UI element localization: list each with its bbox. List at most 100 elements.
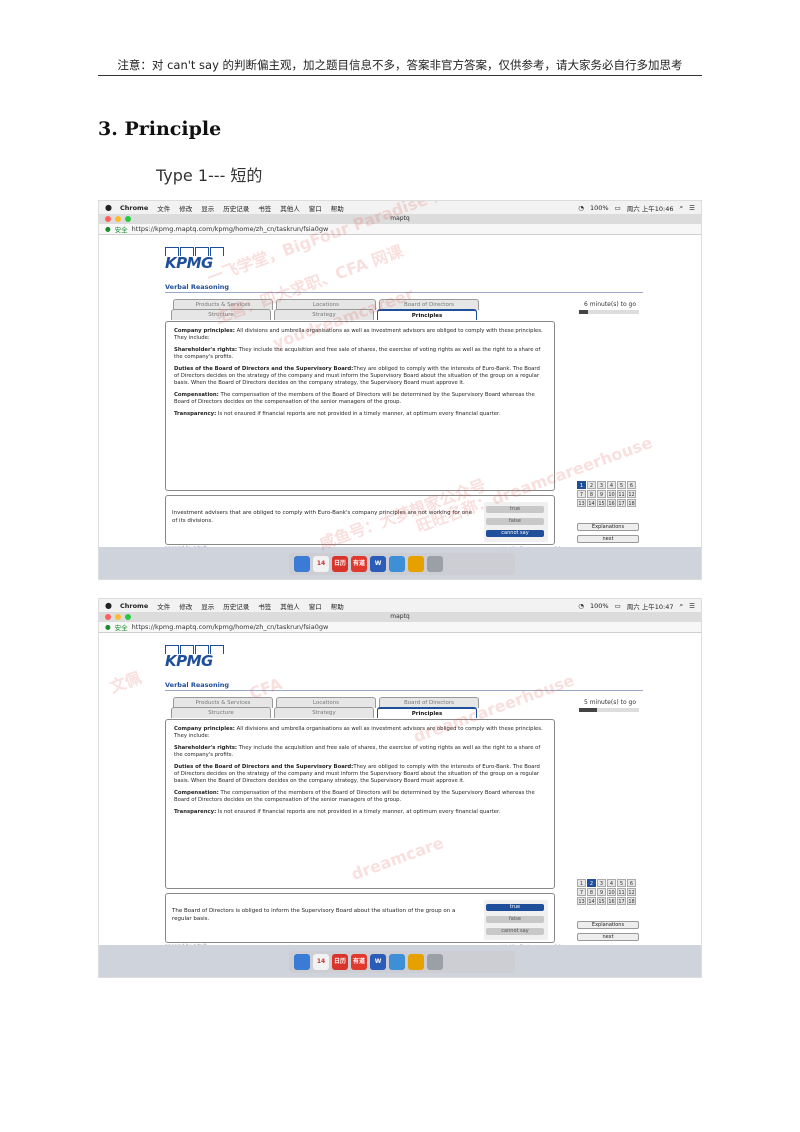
question-number-13[interactable]: 13 bbox=[577, 897, 586, 905]
question-number-9[interactable]: 9 bbox=[597, 490, 606, 498]
dock-app-icon[interactable] bbox=[408, 556, 424, 572]
wifi-icon[interactable]: ◔ bbox=[578, 204, 584, 212]
answer-false[interactable]: false bbox=[486, 916, 544, 923]
answer-cannot-say[interactable]: cannot say bbox=[486, 530, 544, 537]
menu-item[interactable]: 窗口 bbox=[309, 601, 322, 611]
question-number-18[interactable]: 18 bbox=[627, 499, 636, 507]
tab-structure[interactable]: Structure bbox=[171, 707, 271, 718]
explanations-button[interactable]: Explanations bbox=[577, 523, 639, 531]
menu-item[interactable]: 显示 bbox=[201, 203, 214, 213]
question-number-4[interactable]: 4 bbox=[607, 879, 616, 887]
question-number-15[interactable]: 15 bbox=[597, 897, 606, 905]
address-bar[interactable]: ● 安全 https://kpmg.maptq.com/kpmg/home/zh_c… bbox=[99, 622, 701, 633]
dock-app-icon[interactable]: 有道 bbox=[351, 556, 367, 572]
question-number-3[interactable]: 3 bbox=[597, 879, 606, 887]
question-number-12[interactable]: 12 bbox=[627, 888, 636, 896]
question-number-14[interactable]: 14 bbox=[587, 499, 596, 507]
wifi-icon[interactable]: ◔ bbox=[578, 602, 584, 610]
apple-icon[interactable]: ● bbox=[105, 601, 112, 610]
tab-strategy[interactable]: Strategy bbox=[274, 309, 374, 320]
dock-app-icon[interactable]: W bbox=[370, 556, 386, 572]
question-number-11[interactable]: 11 bbox=[617, 490, 626, 498]
tab-principles[interactable]: Principles bbox=[377, 707, 477, 718]
question-number-7[interactable]: 7 bbox=[577, 490, 586, 498]
question-number-8[interactable]: 8 bbox=[587, 490, 596, 498]
dock-app-icon[interactable] bbox=[427, 954, 443, 970]
menu-item[interactable]: 书签 bbox=[258, 203, 271, 213]
answer-true[interactable]: true bbox=[486, 506, 544, 513]
dock-app-icon[interactable]: 有道 bbox=[351, 954, 367, 970]
question-number-13[interactable]: 13 bbox=[577, 499, 586, 507]
dock-app-icon[interactable]: 14 bbox=[313, 556, 329, 572]
dock-app-icon[interactable] bbox=[389, 556, 405, 572]
dock-app-icon[interactable] bbox=[294, 556, 310, 572]
question-number-12[interactable]: 12 bbox=[627, 490, 636, 498]
question-number-15[interactable]: 15 bbox=[597, 499, 606, 507]
question-number-6[interactable]: 6 bbox=[627, 481, 636, 489]
url-text[interactable]: https://kpmg.maptq.com/kpmg/home/zh_cn/t… bbox=[132, 623, 329, 631]
menu-item[interactable]: 文件 bbox=[157, 203, 170, 213]
passage-text: Is not ensured if financial reports are … bbox=[216, 809, 501, 815]
next-button[interactable]: next bbox=[577, 933, 639, 941]
next-button[interactable]: next bbox=[577, 535, 639, 543]
menu-item[interactable]: 修改 bbox=[179, 203, 192, 213]
menu-item[interactable]: 其他人 bbox=[280, 203, 300, 213]
question-number-14[interactable]: 14 bbox=[587, 897, 596, 905]
spotlight-icon[interactable]: ⌕ bbox=[680, 203, 684, 212]
tab-principles[interactable]: Principles bbox=[377, 309, 477, 320]
question-number-2[interactable]: 2 bbox=[587, 879, 596, 887]
answer-false[interactable]: false bbox=[486, 518, 544, 525]
menu-app-name[interactable]: Chrome bbox=[120, 204, 148, 212]
dock-app-icon[interactable] bbox=[294, 954, 310, 970]
tab-strategy[interactable]: Strategy bbox=[274, 707, 374, 718]
dock-app-icon[interactable]: 14 bbox=[313, 954, 329, 970]
question-number-10[interactable]: 10 bbox=[607, 888, 616, 896]
dock-app-icon[interactable] bbox=[389, 954, 405, 970]
question-number-1[interactable]: 1 bbox=[577, 481, 586, 489]
question-number-5[interactable]: 5 bbox=[617, 481, 626, 489]
menu-item[interactable]: 显示 bbox=[201, 601, 214, 611]
menu-item[interactable]: 帮助 bbox=[331, 203, 344, 213]
question-number-8[interactable]: 8 bbox=[587, 888, 596, 896]
tab-structure[interactable]: Structure bbox=[171, 309, 271, 320]
apple-icon[interactable]: ● bbox=[105, 203, 112, 212]
menu-app-name[interactable]: Chrome bbox=[120, 602, 148, 610]
question-number-1[interactable]: 1 bbox=[577, 879, 586, 887]
question-number-9[interactable]: 9 bbox=[597, 888, 606, 896]
question-number-6[interactable]: 6 bbox=[627, 879, 636, 887]
menu-item[interactable]: 帮助 bbox=[331, 601, 344, 611]
spotlight-icon[interactable]: ⌕ bbox=[680, 601, 684, 610]
menu-list-icon[interactable]: ☰ bbox=[689, 204, 695, 212]
menu-item[interactable]: 文件 bbox=[157, 601, 170, 611]
question-number-2[interactable]: 2 bbox=[587, 481, 596, 489]
question-number-7[interactable]: 7 bbox=[577, 888, 586, 896]
menu-item[interactable]: 修改 bbox=[179, 601, 192, 611]
question-number-5[interactable]: 5 bbox=[617, 879, 626, 887]
dock-app-icon[interactable] bbox=[427, 556, 443, 572]
menu-item[interactable]: 其他人 bbox=[280, 601, 300, 611]
menu-item[interactable]: 历史记录 bbox=[223, 203, 249, 213]
question-number-3[interactable]: 3 bbox=[597, 481, 606, 489]
dock-app-icon[interactable]: 日历 bbox=[332, 556, 348, 572]
dock-app-icon[interactable] bbox=[408, 954, 424, 970]
dock-app-icon[interactable]: W bbox=[370, 954, 386, 970]
question-number-16[interactable]: 16 bbox=[607, 499, 616, 507]
menu-item[interactable]: 书签 bbox=[258, 601, 271, 611]
address-bar[interactable]: ● 安全 https://kpmg.maptq.com/kpmg/home/zh_c… bbox=[99, 224, 701, 235]
question-number-4[interactable]: 4 bbox=[607, 481, 616, 489]
question-number-16[interactable]: 16 bbox=[607, 897, 616, 905]
question-number-11[interactable]: 11 bbox=[617, 888, 626, 896]
question-number-17[interactable]: 17 bbox=[617, 897, 626, 905]
question-number-10[interactable]: 10 bbox=[607, 490, 616, 498]
menu-item[interactable]: 历史记录 bbox=[223, 601, 249, 611]
url-text[interactable]: https://kpmg.maptq.com/kpmg/home/zh_cn/t… bbox=[132, 225, 329, 233]
answer-cannot-say[interactable]: cannot say bbox=[486, 928, 544, 935]
menu-list-icon[interactable]: ☰ bbox=[689, 602, 695, 610]
explanations-button[interactable]: Explanations bbox=[577, 921, 639, 929]
dock-app-icon[interactable]: 日历 bbox=[332, 954, 348, 970]
question-number-17[interactable]: 17 bbox=[617, 499, 626, 507]
mac-menubar: ● Chrome 文件 修改 显示 历史记录 书签 其他人 窗口 帮助 ◔ 100% ▭ 周六 上午10:… bbox=[99, 201, 701, 214]
menu-item[interactable]: 窗口 bbox=[309, 203, 322, 213]
answer-true[interactable]: true bbox=[486, 904, 544, 911]
question-number-18[interactable]: 18 bbox=[627, 897, 636, 905]
